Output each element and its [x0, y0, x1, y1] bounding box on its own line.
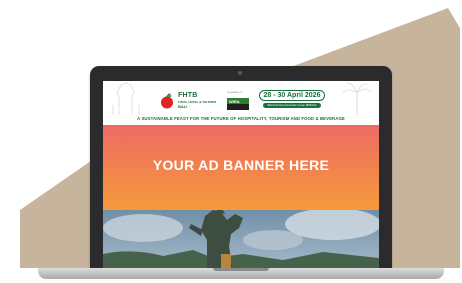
- event-header: FHTB FOOD, HOTEL & TOURISM BALI ORGANISE…: [103, 81, 379, 125]
- laptop-base-notch: [213, 268, 269, 271]
- laptop-base: [38, 268, 444, 279]
- palm-tree-icon: [342, 82, 372, 115]
- event-venue-badge: Bali Nusa Dua Convention Center (BNDCC): [263, 103, 321, 108]
- organiser-label: ORGANISED BY: [227, 92, 243, 94]
- statue-sketch-icon: [112, 82, 140, 115]
- organiser-mark: WIRA: [227, 98, 249, 110]
- ad-banner-text: YOUR AD BANNER HERE: [152, 157, 330, 173]
- event-dates-badge: 28 - 30 April 2026: [259, 90, 325, 101]
- website-screen: FHTB FOOD, HOTEL & TOURISM BALI ORGANISE…: [103, 81, 379, 272]
- organiser-mark-text: WIRA: [229, 99, 240, 104]
- red-apple-icon: [161, 93, 173, 109]
- logo-name: FHTB: [178, 92, 198, 99]
- camera-icon: [238, 71, 242, 75]
- statue-photo-icon: [103, 210, 379, 272]
- organiser-logo: ORGANISED BY WIRA: [227, 92, 253, 112]
- ad-banner[interactable]: YOUR AD BANNER HERE: [103, 125, 379, 210]
- fhtb-logo[interactable]: FHTB FOOD, HOTEL & TOURISM BALI: [159, 92, 219, 110]
- logo-city: BALI: [178, 104, 188, 109]
- event-tagline: A SUSTAINABLE FEAST FOR THE FUTURE OF HO…: [137, 116, 345, 121]
- hero-photo: [103, 210, 379, 272]
- laptop-screen-frame: FHTB FOOD, HOTEL & TOURISM BALI ORGANISE…: [90, 66, 392, 272]
